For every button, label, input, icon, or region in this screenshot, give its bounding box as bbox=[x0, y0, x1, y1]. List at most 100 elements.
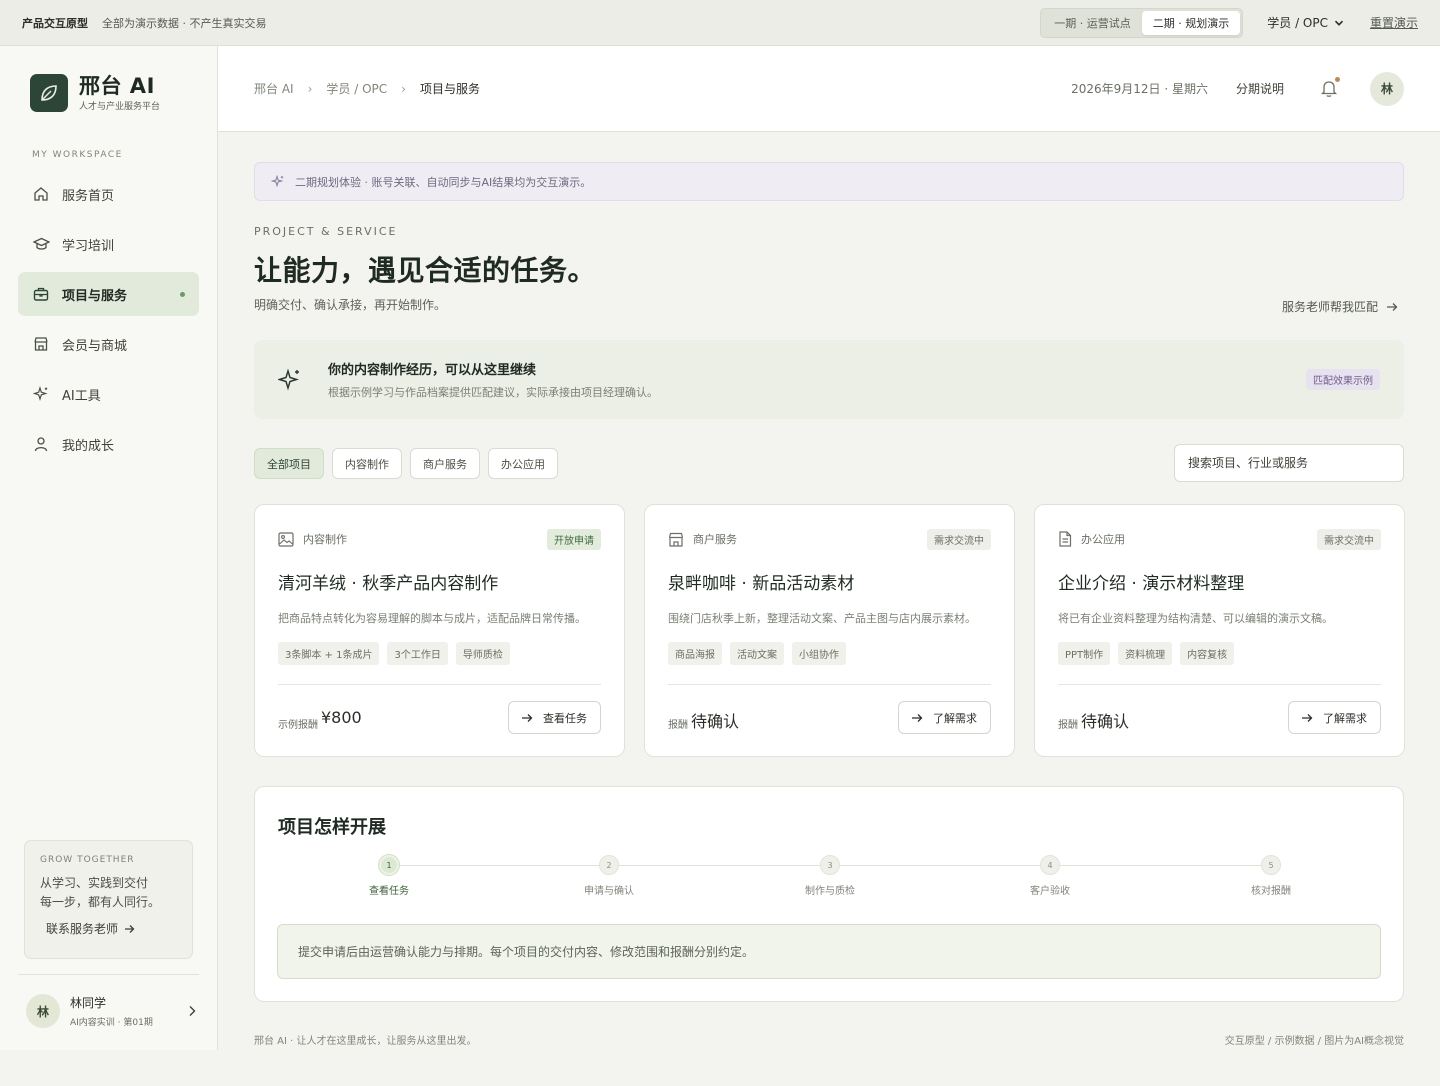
project-card[interactable]: 办公应用 需求交流中 企业介绍 · 演示材料整理 将已有企业资料整理为结构清楚、… bbox=[1034, 504, 1405, 757]
divider bbox=[668, 684, 991, 685]
match-example-badge: 匹配效果示例 bbox=[1306, 369, 1380, 390]
store-icon bbox=[32, 335, 50, 353]
price-value: ¥800 bbox=[321, 708, 362, 727]
button-label: 查看任务 bbox=[543, 711, 587, 725]
card-category-label: 办公应用 bbox=[1081, 533, 1125, 546]
project-card[interactable]: 商户服务 需求交流中 泉畔咖啡 · 新品活动素材 围绕门店秋季上新，整理活动文案… bbox=[644, 504, 1015, 757]
sidebar-item-membership[interactable]: 会员与商城 bbox=[18, 322, 199, 366]
teacher-match-link[interactable]: 服务老师帮我匹配 bbox=[1282, 298, 1398, 315]
sidebar-item-ai-tools[interactable]: AI工具 bbox=[18, 372, 199, 416]
card-category-label: 内容制作 bbox=[303, 533, 347, 546]
reset-demo-link[interactable]: 重置演示 bbox=[1370, 14, 1418, 31]
status-badge: 开放申请 bbox=[547, 529, 601, 550]
step-label: 客户验收 bbox=[1030, 886, 1070, 897]
image-icon bbox=[278, 531, 294, 547]
card-category-label: 商户服务 bbox=[693, 533, 737, 546]
process-step: 1 查看任务 bbox=[329, 855, 449, 897]
filter-all[interactable]: 全部项目 bbox=[254, 448, 324, 479]
continue-subtitle: 根据示例学习与作品档案提供匹配建议，实际承接由项目经理确认。 bbox=[328, 386, 658, 399]
view-task-button[interactable]: 查看任务 bbox=[508, 701, 601, 734]
avatar[interactable]: 林 bbox=[1370, 71, 1404, 106]
card-title: 清河羊绒 · 秋季产品内容制作 bbox=[278, 574, 499, 594]
role-selector[interactable]: 学员 / OPC bbox=[1267, 14, 1344, 31]
notification-button[interactable] bbox=[1320, 76, 1340, 99]
arrow-right-icon bbox=[125, 924, 135, 933]
price-value: 待确认 bbox=[1081, 712, 1130, 731]
notice-text: 二期规划体验 · 账号关联、自动同步与AI结果均为交互演示。 bbox=[295, 175, 592, 189]
top-bar-right: 一期 · 运营试点 二期 · 规划演示 学员 / OPC 重置演示 bbox=[1040, 7, 1418, 38]
view-requirement-button[interactable]: 了解需求 bbox=[1288, 701, 1381, 734]
grow-line-2: 每一步，都有人同行。 bbox=[40, 895, 161, 909]
filter-office[interactable]: 办公应用 bbox=[488, 448, 558, 479]
sidebar-item-learning[interactable]: 学习培训 bbox=[18, 222, 199, 266]
sidebar-item-label: 学习培训 bbox=[62, 238, 115, 254]
sidebar-item-label: 我的成长 bbox=[62, 438, 115, 454]
divider bbox=[18, 974, 199, 975]
price-value: 待确认 bbox=[691, 712, 740, 731]
filter-content[interactable]: 内容制作 bbox=[332, 448, 402, 479]
search-input[interactable] bbox=[1174, 444, 1404, 482]
grow-line-1: 从学习、实践到交付 bbox=[40, 876, 149, 890]
project-card[interactable]: 内容制作 开放申请 清河羊绒 · 秋季产品内容制作 把商品特点转化为容易理解的脚… bbox=[254, 504, 625, 757]
sidebar-item-growth[interactable]: 我的成长 bbox=[18, 422, 199, 466]
sidebar-item-label: 会员与商城 bbox=[62, 338, 128, 354]
notification-dot bbox=[1335, 76, 1340, 82]
breadcrumb-home[interactable]: 邢台 AI bbox=[254, 80, 294, 97]
sidebar-nav: 服务首页 学习培训 项目与服务 会员与商城 AI工具 我的成长 bbox=[18, 172, 199, 472]
step-label: 申请与确认 bbox=[584, 886, 634, 897]
tag: 内容复核 bbox=[1180, 642, 1235, 665]
logo[interactable]: 邢台 AI 人才与产业服务平台 bbox=[30, 74, 160, 112]
user-profile[interactable]: 林 林同学 AI内容实训 · 第01期 bbox=[26, 994, 196, 1028]
tag: 小组协作 bbox=[792, 642, 846, 665]
breadcrumb-current: 项目与服务 bbox=[419, 82, 480, 96]
step-number: 5 bbox=[1261, 855, 1281, 875]
price-label: 报酬 bbox=[1058, 720, 1078, 731]
process-step: 3 制作与质检 bbox=[770, 855, 890, 897]
page-title: 让能力，遇见合适的任务。 bbox=[254, 254, 597, 287]
page-footer: 邢台 AI · 让人才在这里成长，让服务从这里出发。 交互原型 / 示例数据 /… bbox=[254, 1032, 1404, 1047]
status-badge: 需求交流中 bbox=[927, 529, 991, 550]
process-step: 2 申请与确认 bbox=[549, 855, 669, 897]
contact-teacher-link[interactable]: 联系服务老师 bbox=[46, 920, 177, 937]
process-title: 项目怎样开展 bbox=[278, 817, 386, 838]
card-description: 将已有企业资料整理为结构清楚、可以编辑的演示文稿。 bbox=[1058, 612, 1333, 625]
tag: PPT制作 bbox=[1058, 642, 1111, 665]
sidebar-item-projects[interactable]: 项目与服务 bbox=[18, 272, 199, 316]
top-bar: 产品交互原型 全部为演示数据 · 不产生真实交易 一期 · 运营试点 二期 · … bbox=[0, 0, 1440, 46]
card-tags: 3条脚本 + 1条成片 3个工作日 导师质检 bbox=[278, 642, 601, 665]
step-label: 制作与质检 bbox=[805, 886, 855, 897]
step-label: 核对报酬 bbox=[1251, 886, 1291, 897]
step-label: 查看任务 bbox=[369, 886, 409, 897]
sparkle-icon bbox=[32, 385, 50, 403]
divider bbox=[1058, 684, 1381, 685]
tag: 导师质检 bbox=[455, 642, 510, 665]
phase-tab-2[interactable]: 二期 · 规划演示 bbox=[1141, 10, 1241, 35]
home-icon bbox=[32, 185, 50, 203]
demo-note: 全部为演示数据 · 不产生真实交易 bbox=[102, 16, 267, 30]
chevron-down-icon bbox=[1334, 20, 1344, 26]
briefcase-icon bbox=[32, 285, 50, 303]
card-description: 把商品特点转化为容易理解的脚本与成片，适配品牌日常传播。 bbox=[278, 612, 586, 625]
arrow-right-icon bbox=[1302, 713, 1313, 722]
store-icon bbox=[668, 532, 684, 547]
user-class: AI内容实训 · 第01期 bbox=[70, 1018, 153, 1028]
breadcrumb-role[interactable]: 学员 / OPC bbox=[326, 80, 387, 97]
contact-teacher-label: 联系服务老师 bbox=[46, 922, 119, 936]
process-step: 5 核对报酬 bbox=[1211, 855, 1331, 897]
view-requirement-button[interactable]: 了解需求 bbox=[898, 701, 991, 734]
divider bbox=[278, 684, 601, 685]
button-label: 了解需求 bbox=[1323, 711, 1367, 725]
phase-tab-1[interactable]: 一期 · 运营试点 bbox=[1043, 11, 1142, 35]
tag: 活动文案 bbox=[730, 642, 784, 665]
continue-card[interactable]: 你的内容制作经历，可以从这里继续 根据示例学习与作品档案提供匹配建议，实际承接由… bbox=[254, 340, 1404, 419]
page-header: 邢台 AI › 学员 / OPC › 项目与服务 2026年9月12日 · 星期… bbox=[218, 46, 1440, 132]
sidebar-item-label: 服务首页 bbox=[62, 188, 115, 204]
card-tags: PPT制作 资料梳理 内容复核 bbox=[1058, 642, 1381, 665]
sidebar-item-home[interactable]: 服务首页 bbox=[18, 172, 199, 216]
card-tags: 商品海报 活动文案 小组协作 bbox=[668, 642, 991, 665]
installment-link[interactable]: 分期说明 bbox=[1236, 80, 1284, 97]
filter-merchant[interactable]: 商户服务 bbox=[410, 448, 480, 479]
user-icon bbox=[32, 435, 50, 453]
process-step: 4 客户验收 bbox=[990, 855, 1110, 897]
sparkle-icon bbox=[278, 367, 300, 391]
